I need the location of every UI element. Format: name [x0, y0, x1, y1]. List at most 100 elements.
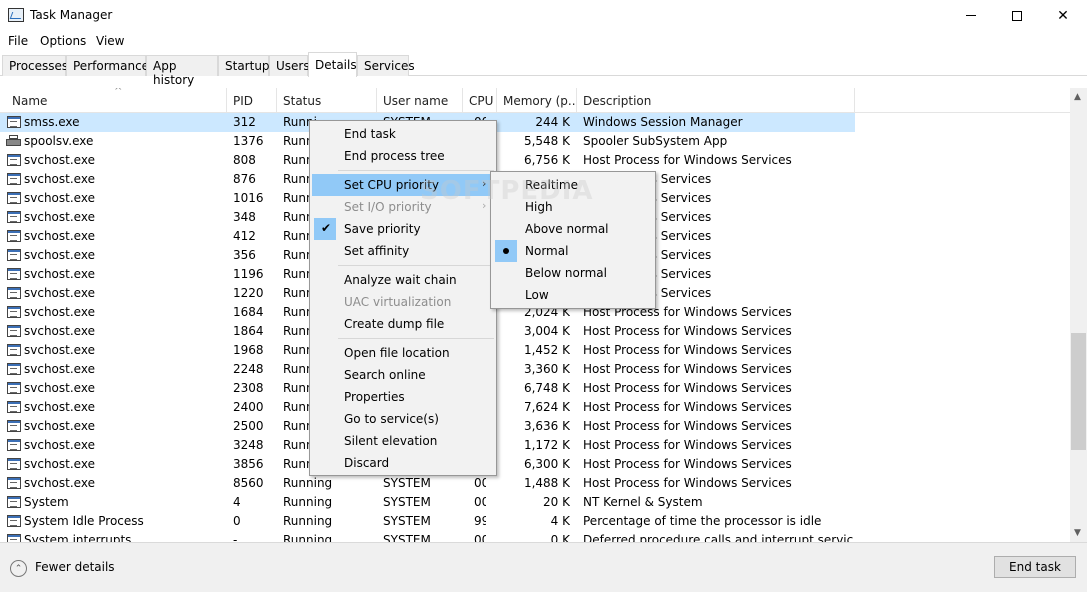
cell-pid: 876	[233, 172, 256, 186]
scroll-up-icon[interactable]: ▲	[1074, 92, 1081, 102]
menu-item-go-to-service-s[interactable]: Go to service(s)	[312, 408, 494, 430]
process-icon	[7, 344, 21, 356]
column-header-memory[interactable]: Memory (p...	[497, 88, 577, 113]
column-header-user-name[interactable]: User name	[377, 88, 463, 113]
menu-view[interactable]: View	[96, 34, 124, 48]
menu-item-create-dump-file[interactable]: Create dump file	[312, 313, 494, 335]
table-row[interactable]: System Idle Process 0 Running SYSTEM 99 4 K Pe…	[0, 512, 855, 531]
minimize-button[interactable]	[948, 0, 994, 31]
cell-mem: 0 K	[550, 533, 570, 542]
process-icon	[7, 496, 21, 508]
end-task-button[interactable]: End task	[994, 556, 1076, 578]
cell-name: spoolsv.exe	[24, 134, 94, 148]
priority-above-normal[interactable]: Above normal	[493, 218, 653, 240]
scrollbar-thumb[interactable]	[1071, 333, 1086, 450]
cell-name: System	[24, 495, 69, 509]
menu-item-search-online[interactable]: Search online	[312, 364, 494, 386]
cell-pid: 1684	[233, 305, 264, 319]
vertical-scrollbar[interactable]: ▲ ▼	[1070, 88, 1087, 542]
table-row[interactable]: System 4 Running SYSTEM 00 20 K NT Kernel & Sy…	[0, 493, 855, 512]
menu-item-discard[interactable]: Discard	[312, 452, 494, 474]
cell-desc: Host Process for Windows Services	[583, 324, 792, 338]
menu-item-end-task[interactable]: End task	[312, 123, 494, 145]
title-bar: Task Manager ✕	[0, 0, 1087, 31]
cell-desc: Host Process for Windows Services	[583, 362, 792, 376]
cell-pid: 2248	[233, 362, 264, 376]
table-row[interactable]: svchost.exe 8560 Running SYSTEM 00 1,488 K Hos…	[0, 474, 855, 493]
priority-low[interactable]: Low	[493, 284, 653, 306]
table-header: Name ^ PID Status User name CPU Memory (…	[0, 88, 1070, 113]
cell-desc: Windows Session Manager	[583, 115, 743, 129]
tab-app-history[interactable]: App history	[146, 55, 218, 87]
cell-pid: 312	[233, 115, 256, 129]
menu-item-save-priority[interactable]: ✔ Save priority	[312, 218, 494, 240]
cell-mem: 7,624 K	[523, 400, 570, 414]
menu-item-label: Analyze wait chain	[344, 273, 457, 287]
close-button[interactable]: ✕	[1040, 0, 1086, 31]
cell-pid: 2400	[233, 400, 264, 414]
process-icon	[7, 534, 21, 542]
menu-item-label: Set CPU priority	[344, 178, 440, 192]
menu-item-analyze-wait-chain[interactable]: Analyze wait chain	[312, 269, 494, 291]
table-row[interactable]: System interrupts - Running SYSTEM 00 0 K Defe…	[0, 531, 855, 542]
cell-desc: Host Process for Windows Services	[583, 419, 792, 433]
priority-label: Low	[525, 288, 549, 302]
cell-name: svchost.exe	[24, 210, 95, 224]
process-icon	[7, 439, 21, 451]
column-header-name[interactable]: Name ^	[6, 88, 227, 113]
menu-item-open-file-location[interactable]: Open file location	[312, 342, 494, 364]
column-header-description[interactable]: Description	[577, 88, 855, 113]
fewer-details-link[interactable]: Fewer details	[35, 560, 115, 574]
process-icon	[7, 515, 21, 527]
tab-startup[interactable]: Startup	[218, 55, 270, 76]
task-manager-icon	[8, 8, 24, 22]
menu-item-label: Set affinity	[344, 244, 410, 258]
menu-item-silent-elevation[interactable]: Silent elevation	[312, 430, 494, 452]
tab-users[interactable]: Users	[269, 55, 310, 76]
column-header-status[interactable]: Status	[277, 88, 377, 113]
process-icon	[7, 401, 21, 413]
priority-below-normal[interactable]: Below normal	[493, 262, 653, 284]
priority-normal[interactable]: Normal	[493, 240, 653, 262]
process-icon	[7, 477, 21, 489]
scroll-down-icon[interactable]: ▼	[1074, 528, 1081, 538]
cell-name: svchost.exe	[24, 362, 95, 376]
column-header-pid[interactable]: PID	[227, 88, 277, 113]
chevron-right-icon: ›	[482, 177, 487, 190]
process-icon	[7, 382, 21, 394]
column-header-cpu[interactable]: CPU	[463, 88, 497, 113]
cell-cpu: 99	[474, 514, 486, 528]
menu-bar: File Options View	[0, 31, 1087, 51]
menu-separator	[338, 170, 494, 171]
cell-desc: Deferred procedure calls and interrupt s…	[583, 533, 853, 542]
menu-separator	[338, 338, 494, 339]
column-label-name: Name	[12, 94, 48, 108]
cell-pid: 3856	[233, 457, 264, 471]
tab-performance[interactable]: Performance	[66, 55, 149, 76]
menu-item-set-cpu-priority[interactable]: Set CPU priority ›	[312, 174, 494, 196]
footer-bar: ⌃ Fewer details End task	[0, 542, 1087, 592]
cell-status: Running	[283, 514, 333, 528]
cell-mem: 6,748 K	[523, 381, 570, 395]
tab-services[interactable]: Services	[357, 55, 415, 76]
chevron-up-icon[interactable]: ⌃	[10, 560, 27, 577]
cell-name: svchost.exe	[24, 438, 95, 452]
menu-item-end-process-tree[interactable]: End process tree	[312, 145, 494, 167]
process-icon	[7, 249, 21, 261]
cell-pid: 1968	[233, 343, 264, 357]
cell-desc: Host Process for Windows Services	[583, 476, 792, 490]
tab-details[interactable]: Details	[308, 52, 357, 77]
menu-item-label: UAC virtualization	[344, 295, 452, 309]
cell-mem: 1,452 K	[523, 343, 570, 357]
priority-realtime[interactable]: Realtime	[493, 174, 653, 196]
cell-name: System Idle Process	[24, 514, 144, 528]
cell-status: Running	[283, 495, 333, 509]
menu-file[interactable]: File	[8, 34, 28, 48]
menu-item-properties[interactable]: Properties	[312, 386, 494, 408]
tab-processes[interactable]: Processes	[2, 55, 68, 76]
priority-high[interactable]: High	[493, 196, 653, 218]
maximize-button[interactable]	[994, 0, 1040, 31]
menu-options[interactable]: Options	[40, 34, 86, 48]
cell-pid: 356	[233, 248, 256, 262]
menu-item-set-affinity[interactable]: Set affinity	[312, 240, 494, 262]
